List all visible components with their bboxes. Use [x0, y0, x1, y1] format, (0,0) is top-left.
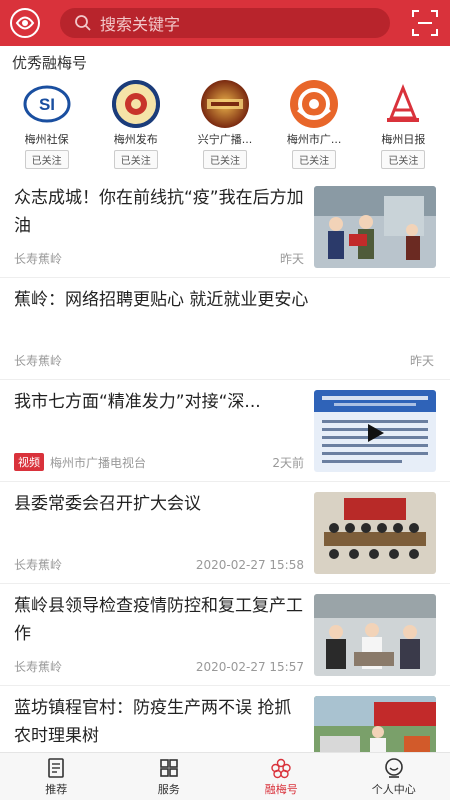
news-feed: 众志成城！你在前线抗“疫”我在后方加油 长寿蕉岭 昨天 蕉岭：网络招聘更贴心 就…: [0, 176, 450, 788]
scan-icon[interactable]: [410, 8, 440, 38]
grid-icon: [159, 758, 178, 777]
news-thumbnail: [314, 594, 436, 676]
follow-button[interactable]: 已关注: [292, 150, 337, 169]
news-title: 蕉岭：网络招聘更贴心 就近就业更安心: [14, 290, 309, 310]
account-avatar: [111, 80, 160, 128]
account-avatar: [290, 80, 339, 128]
tab-profile[interactable]: 个人中心: [338, 753, 450, 800]
svg-text:SI: SI: [39, 95, 55, 114]
bottom-tabbar: 推荐 服务 融梅号 个人中心: [0, 752, 450, 800]
news-meta: 视频 梅州市广播电视台 2天前: [14, 453, 304, 471]
news-title: 蕉岭县领导检查疫情防控和复工复产工作: [14, 596, 303, 644]
section-title: 优秀融梅号: [12, 54, 88, 72]
account-avatar: [200, 80, 249, 128]
follow-button[interactable]: 已关注: [113, 150, 158, 169]
news-title: 蓝坊镇程官村：防疫生产两不误 抢抓农时理果树: [14, 698, 292, 746]
news-thumbnail: [314, 492, 436, 574]
news-source: 长寿蕉岭: [14, 354, 63, 368]
news-thumbnail: [314, 186, 436, 268]
account-name: 兴宁广播...: [197, 133, 253, 146]
news-source: 长寿蕉岭: [14, 660, 63, 674]
account-name: 梅州日报: [381, 133, 426, 146]
search-placeholder: 搜索关键字: [100, 15, 181, 34]
account-name: 梅州发布: [113, 133, 158, 146]
account-item[interactable]: 梅州日报 已关注: [368, 80, 438, 170]
tab-services[interactable]: 服务: [113, 753, 226, 800]
news-source: 长寿蕉岭: [14, 558, 63, 572]
news-title: 我市七方面“精准发力”对接“深...: [14, 392, 261, 412]
user-icon: [384, 757, 403, 778]
featured-accounts: SI 梅州社保 已关注 梅州发布 已关注 兴宁广播... 已关注 梅州市广...…: [0, 80, 450, 170]
news-item[interactable]: 我市七方面“精准发力”对接“深... 视频 梅州市广播电视台 2天前: [0, 380, 450, 482]
news-title: 县委常委会召开扩大会议: [14, 494, 201, 514]
account-avatar: [379, 80, 428, 128]
search-bar[interactable]: 搜索关键字: [60, 8, 390, 38]
tab-rongmei[interactable]: 融梅号: [225, 753, 338, 800]
plum-icon: [271, 758, 291, 778]
news-title: 众志成城！你在前线抗“疫”我在后方加油: [14, 188, 304, 236]
news-time: 昨天: [279, 252, 304, 266]
news-icon: [48, 757, 65, 778]
account-item[interactable]: 兴宁广播... 已关注: [190, 80, 260, 170]
news-item[interactable]: 县委常委会召开扩大会议 长寿蕉岭 2020-02-27 15:58: [0, 482, 450, 584]
app-logo-icon[interactable]: [8, 6, 42, 40]
account-item[interactable]: 梅州发布 已关注: [101, 80, 171, 170]
search-icon: [75, 15, 91, 31]
news-item[interactable]: 蕉岭县领导检查疫情防控和复工复产工作 长寿蕉岭 2020-02-27 15:57: [0, 584, 450, 686]
follow-button[interactable]: 已关注: [202, 150, 247, 169]
video-badge: 视频: [14, 453, 44, 471]
news-meta: 长寿蕉岭 昨天: [14, 250, 304, 267]
news-meta: 长寿蕉岭 2020-02-27 15:57: [14, 658, 304, 675]
news-meta: 长寿蕉岭 2020-02-27 15:58: [14, 556, 304, 573]
tab-label: 推荐: [45, 782, 68, 796]
account-item[interactable]: 梅州市广... 已关注: [279, 80, 349, 170]
news-thumbnail: [314, 390, 436, 472]
news-time: 2天前: [272, 455, 304, 470]
follow-button[interactable]: 已关注: [24, 150, 69, 169]
news-source: 梅州市广播电视台: [50, 455, 147, 470]
top-header: 搜索关键字: [0, 0, 450, 46]
tab-label: 个人中心: [371, 782, 416, 796]
account-item[interactable]: SI 梅州社保 已关注: [12, 80, 82, 170]
news-time: 昨天: [409, 354, 434, 368]
account-name: 梅州市广...: [286, 133, 342, 146]
tab-label: 服务: [157, 782, 180, 796]
news-source: 长寿蕉岭: [14, 252, 63, 266]
tab-label: 融梅号: [264, 782, 298, 796]
account-name: 梅州社保: [24, 133, 69, 146]
news-item[interactable]: 蕉岭：网络招聘更贴心 就近就业更安心 长寿蕉岭 昨天: [0, 278, 450, 380]
news-meta: 长寿蕉岭 昨天: [14, 352, 434, 369]
account-avatar: SI: [22, 80, 71, 128]
news-time: 2020-02-27 15:58: [195, 557, 304, 572]
follow-button[interactable]: 已关注: [381, 150, 426, 169]
news-time: 2020-02-27 15:57: [195, 659, 304, 674]
tab-recommend[interactable]: 推荐: [0, 753, 113, 800]
news-item[interactable]: 众志成城！你在前线抗“疫”我在后方加油 长寿蕉岭 昨天: [0, 176, 450, 278]
